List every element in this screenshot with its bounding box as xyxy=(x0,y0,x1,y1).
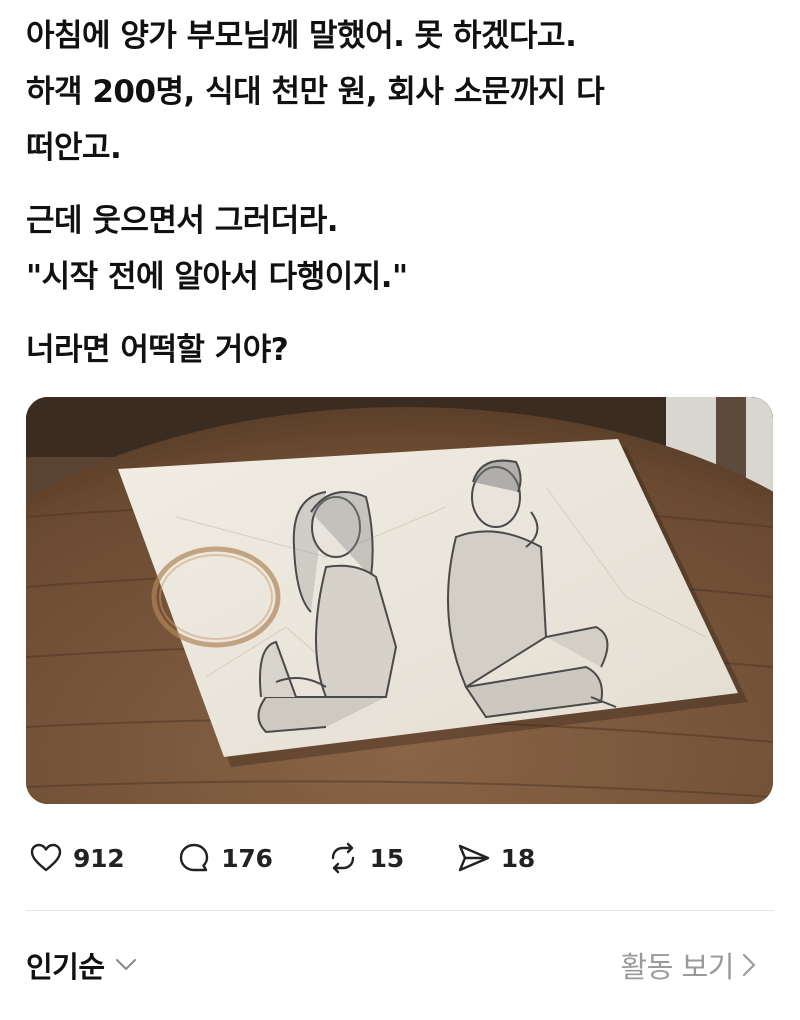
post-actions: 912 176 15 18 xyxy=(26,834,585,882)
sketch-illustration xyxy=(26,397,773,804)
share-button[interactable]: 18 xyxy=(454,838,535,878)
like-count: 912 xyxy=(73,843,125,873)
chevron-down-icon xyxy=(115,953,139,977)
sort-label: 인기순 xyxy=(26,950,105,984)
comment-button[interactable]: 176 xyxy=(174,838,273,878)
heart-icon xyxy=(26,838,66,878)
post-image[interactable] xyxy=(26,397,773,804)
post-text-line: 근데 웃으면서 그러더라. xyxy=(26,203,339,239)
post-paragraph-1: 아침에 양가 부모님께 말했어. 못 하겠다고. 하객 200명, 식대 천만 … xyxy=(26,8,776,176)
view-activity-link[interactable]: 활동 보기 xyxy=(621,942,762,988)
chevron-right-icon xyxy=(742,952,762,978)
post-text-line: 떠안고. xyxy=(26,130,122,166)
sort-dropdown[interactable]: 인기순 xyxy=(26,942,139,988)
post-text-line: "시작 전에 알아서 다행이지." xyxy=(26,259,408,295)
post-text-line: 아침에 양가 부모님께 말했어. 못 하겠다고. xyxy=(26,18,577,54)
send-icon xyxy=(454,838,494,878)
comment-bubble-icon xyxy=(174,838,214,878)
divider xyxy=(26,910,774,911)
post-text-line: 너라면 어떡할 거야? xyxy=(26,332,289,368)
repost-button[interactable]: 15 xyxy=(323,838,404,878)
post-paragraph-3: 너라면 어떡할 거야? xyxy=(26,322,776,378)
post-text-line: 하객 200명, 식대 천만 원, 회사 소문까지 다 xyxy=(26,74,605,110)
activity-label: 활동 보기 xyxy=(620,950,735,984)
post-body: 아침에 양가 부모님께 말했어. 못 하겠다고. 하객 200명, 식대 천만 … xyxy=(26,8,776,395)
repost-count: 15 xyxy=(369,843,405,873)
post-paragraph-2: 근데 웃으면서 그러더라. "시작 전에 알아서 다행이지." xyxy=(26,193,776,305)
repost-icon xyxy=(323,838,363,878)
comment-count: 176 xyxy=(221,843,273,873)
share-count: 18 xyxy=(500,843,536,873)
like-button[interactable]: 912 xyxy=(26,838,125,878)
post-container: 아침에 양가 부모님께 말했어. 못 하겠다고. 하객 200명, 식대 천만 … xyxy=(0,0,800,1020)
